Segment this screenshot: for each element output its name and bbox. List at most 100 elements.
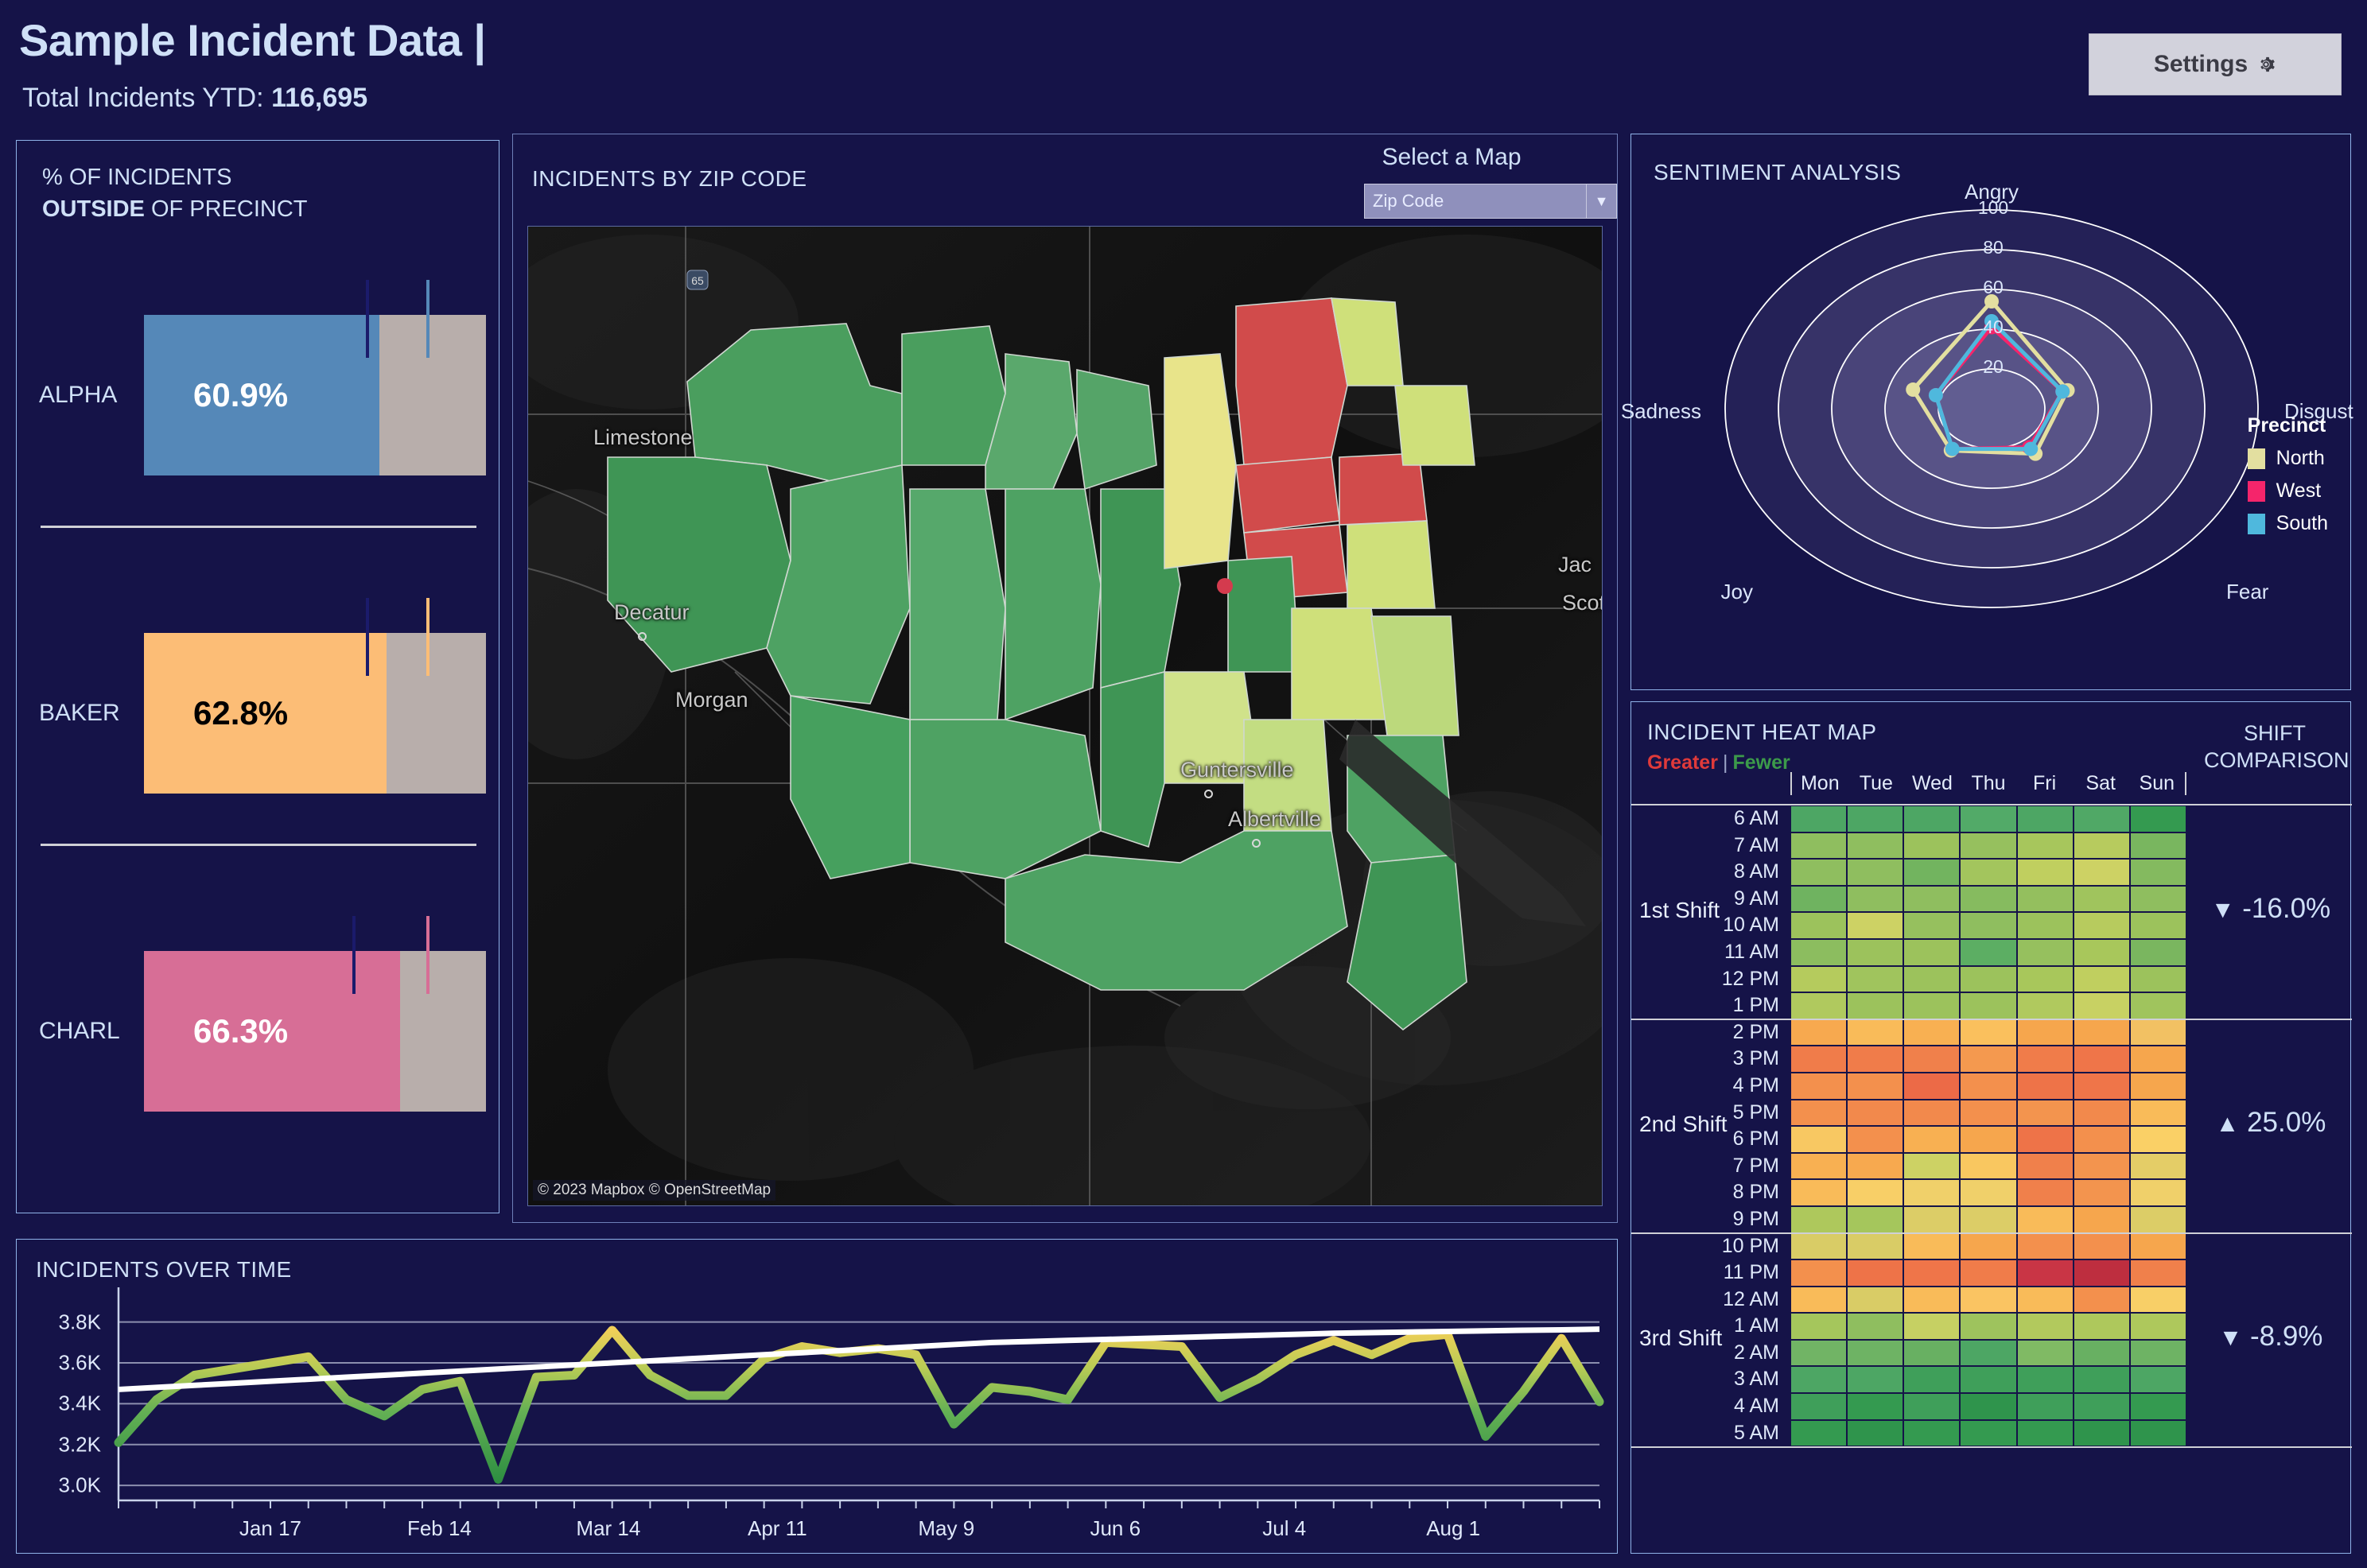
heat-map-cell[interactable] (1903, 1179, 1961, 1206)
heat-map-cell[interactable] (1960, 1339, 2017, 1367)
heat-map-cell[interactable] (1790, 1205, 1848, 1233)
heat-map-cell[interactable] (2073, 992, 2130, 1019)
heat-map-cell[interactable] (1847, 1313, 1904, 1340)
heat-map-cell[interactable] (1847, 1419, 1904, 1447)
heat-map-cell[interactable] (1903, 1313, 1961, 1340)
heat-map-cell[interactable] (1847, 1286, 1904, 1314)
heat-map-cell[interactable] (2129, 938, 2186, 966)
heat-map-cell[interactable] (1960, 805, 2017, 833)
heat-map-cell[interactable] (2016, 992, 2074, 1019)
heat-map-cell[interactable] (2016, 1339, 2074, 1367)
heat-map-cell[interactable] (1960, 1366, 2017, 1394)
heat-map-cell[interactable] (1903, 805, 1961, 833)
heat-map-cell[interactable] (1847, 965, 1904, 993)
heat-map-cell[interactable] (2016, 1019, 2074, 1046)
heat-map-cell[interactable] (1903, 1259, 1961, 1287)
heat-map-cell[interactable] (2016, 965, 2074, 993)
heat-map-cell[interactable] (2016, 912, 2074, 939)
heat-map-cell[interactable] (1847, 1126, 1904, 1153)
heat-map-cell[interactable] (1790, 1046, 1848, 1073)
heat-map-cell[interactable] (2073, 965, 2130, 993)
heat-map-cell[interactable] (2073, 1126, 2130, 1153)
heat-map-cell[interactable] (1960, 938, 2017, 966)
heat-map-cell[interactable] (2073, 885, 2130, 913)
map-select-dropdown[interactable]: Zip Code ▼ (1364, 184, 1617, 219)
heat-map-cell[interactable] (2016, 1232, 2074, 1260)
heat-map-cell[interactable] (2129, 805, 2186, 833)
heat-map-cell[interactable] (1903, 912, 1961, 939)
heat-map-cell[interactable] (2016, 1046, 2074, 1073)
heat-map-cell[interactable] (1903, 1019, 1961, 1046)
heat-map-cell[interactable] (2073, 1313, 2130, 1340)
heat-map-cell[interactable] (1960, 1393, 2017, 1420)
heat-map-cell[interactable] (1847, 1179, 1904, 1206)
heat-map-cell[interactable] (2129, 1393, 2186, 1420)
heat-map-cell[interactable] (2073, 1419, 2130, 1447)
heat-map-cell[interactable] (1903, 1366, 1961, 1394)
heat-map-cell[interactable] (1790, 1366, 1848, 1394)
heat-map-cell[interactable] (1847, 1099, 1904, 1127)
heat-map-cell[interactable] (1847, 1259, 1904, 1287)
heat-map-cell[interactable] (2129, 1099, 2186, 1127)
heat-map-cell[interactable] (2129, 1179, 2186, 1206)
heat-map-cell[interactable] (2016, 805, 2074, 833)
heat-map-cell[interactable] (1960, 1046, 2017, 1073)
heat-map-cell[interactable] (1847, 885, 1904, 913)
heat-map-cell[interactable] (1903, 1339, 1961, 1367)
heat-map-cell[interactable] (1847, 938, 1904, 966)
heat-map-cell[interactable] (2129, 1339, 2186, 1367)
heat-map-cell[interactable] (1960, 1019, 2017, 1046)
heat-map-cell[interactable] (1960, 1072, 2017, 1100)
heat-map-cell[interactable] (2073, 1259, 2130, 1287)
heat-map-cell[interactable] (1903, 1393, 1961, 1420)
heat-map-cell[interactable] (1790, 992, 1848, 1019)
heat-map-cell[interactable] (1903, 885, 1961, 913)
heat-map-cell[interactable] (2073, 1205, 2130, 1233)
heat-map-cell[interactable] (2073, 1232, 2130, 1260)
heat-map-cell[interactable] (1903, 1205, 1961, 1233)
map-canvas[interactable]: 65 © 2023 Mapbox © OpenStreetMap Limesto… (527, 226, 1603, 1206)
heat-map-cell[interactable] (1960, 1179, 2017, 1206)
heat-map-cell[interactable] (1960, 1126, 2017, 1153)
heat-map-cell[interactable] (2016, 832, 2074, 860)
heat-map-cell[interactable] (1903, 1232, 1961, 1260)
heat-map-cell[interactable] (2129, 859, 2186, 886)
heat-map-cell[interactable] (2073, 805, 2130, 833)
heat-map-cell[interactable] (2016, 1313, 2074, 1340)
heat-map-cell[interactable] (2016, 885, 2074, 913)
heat-map-cell[interactable] (1790, 885, 1848, 913)
heat-map-cell[interactable] (1847, 1339, 1904, 1367)
heat-map-cell[interactable] (2073, 1152, 2130, 1180)
heat-map-cell[interactable] (2129, 1366, 2186, 1394)
heat-map-cell[interactable] (1903, 1419, 1961, 1447)
heat-map-cell[interactable] (2073, 1179, 2130, 1206)
heat-map-cell[interactable] (1847, 1152, 1904, 1180)
heat-map-cell[interactable] (2016, 1072, 2074, 1100)
heat-map-cell[interactable] (1960, 992, 2017, 1019)
heat-map-cell[interactable] (2073, 1286, 2130, 1314)
heat-map-cell[interactable] (1790, 1072, 1848, 1100)
heat-map-cell[interactable] (1847, 832, 1904, 860)
heat-map-cell[interactable] (2129, 992, 2186, 1019)
heat-map-cell[interactable] (1790, 1339, 1848, 1367)
heat-map-cell[interactable] (2129, 1259, 2186, 1287)
heat-map-cell[interactable] (2016, 1152, 2074, 1180)
heat-map-cell[interactable] (1790, 1286, 1848, 1314)
heat-map-cell[interactable] (1903, 1126, 1961, 1153)
heat-map-cell[interactable] (2073, 859, 2130, 886)
heat-map-cell[interactable] (2129, 912, 2186, 939)
heat-map-cell[interactable] (2073, 1366, 2130, 1394)
heat-map-cell[interactable] (1790, 1099, 1848, 1127)
heat-map-cell[interactable] (2016, 1366, 2074, 1394)
heat-map-cell[interactable] (1903, 859, 1961, 886)
heat-map-cell[interactable] (2016, 938, 2074, 966)
heat-map-cell[interactable] (2016, 1419, 2074, 1447)
heat-map-cell[interactable] (2073, 938, 2130, 966)
heat-map-cell[interactable] (1960, 1205, 2017, 1233)
legend-item[interactable]: North (2247, 447, 2328, 470)
heat-map-cell[interactable] (1960, 1232, 2017, 1260)
settings-button[interactable]: Settings (2089, 33, 2342, 95)
heat-map-cell[interactable] (1790, 832, 1848, 860)
heat-map-cell[interactable] (1847, 1366, 1904, 1394)
heat-map-cell[interactable] (1903, 992, 1961, 1019)
